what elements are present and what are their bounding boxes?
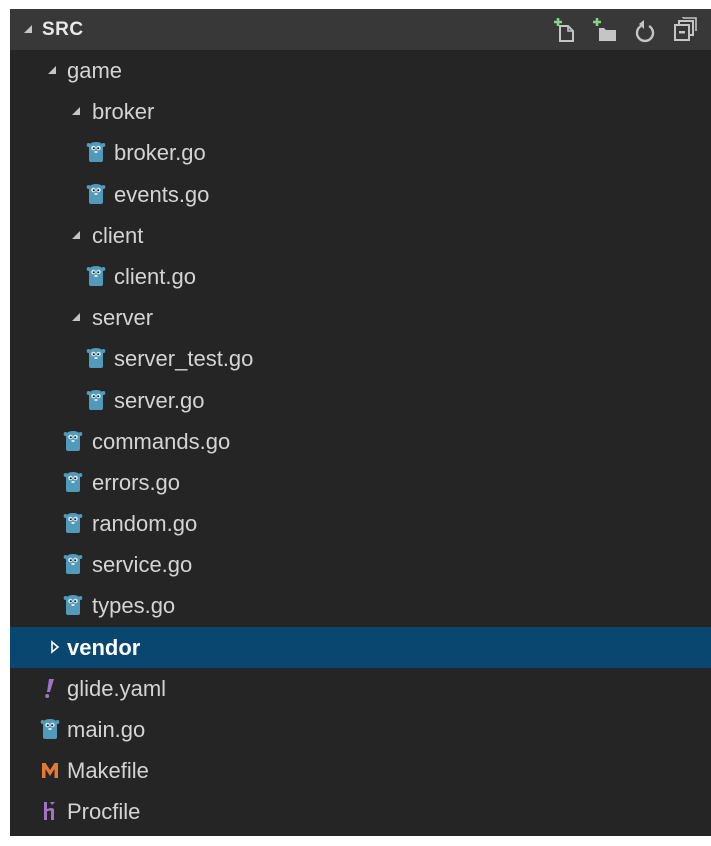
tree-item-label: commands.go (92, 428, 231, 454)
tree-file-commands-go[interactable]: commands.go (10, 421, 711, 462)
tree-item-label: server (92, 305, 154, 331)
tree-item-label: broker (92, 99, 155, 125)
go-file-icon (86, 183, 106, 204)
file-explorer: SRC game broker broker.go events.go clie… (10, 9, 711, 836)
tree-folder-client[interactable]: client (10, 215, 711, 256)
chevron-down-icon[interactable] (70, 310, 84, 324)
tree-file-server-go[interactable]: server.go (10, 380, 711, 421)
tree-file-events-go[interactable]: events.go (10, 174, 711, 215)
tree-file-glide-yaml[interactable]: glide.yaml (10, 668, 711, 709)
go-file-icon (86, 265, 106, 286)
section-title: SRC (42, 19, 84, 40)
tree-file-service-go[interactable]: service.go (10, 544, 711, 585)
explorer-section-header[interactable]: SRC (10, 9, 711, 50)
chevron-right-icon[interactable] (48, 639, 62, 654)
go-file-icon (63, 595, 83, 616)
go-file-icon (63, 554, 83, 575)
tree-item-label: client.go (114, 263, 196, 289)
chevron-down-icon[interactable] (70, 104, 84, 118)
tree-item-label: broker.go (114, 140, 206, 166)
procfile-icon (44, 802, 55, 821)
tree-item-label: Procfile (67, 799, 141, 825)
file-tree: game broker broker.go events.go client c… (10, 50, 711, 833)
chevron-down-icon[interactable] (22, 22, 36, 36)
go-file-icon (40, 719, 60, 739)
go-file-icon (86, 348, 106, 369)
tree-file-client-go[interactable]: client.go (10, 256, 711, 297)
new-file-icon (554, 17, 574, 42)
tree-item-label: server.go (114, 387, 205, 413)
go-file-icon (86, 142, 106, 163)
chevron-down-icon[interactable] (46, 63, 60, 77)
tree-item-label: server_test.go (114, 346, 254, 372)
go-file-icon (63, 471, 83, 492)
tree-folder-broker[interactable]: broker (10, 91, 711, 132)
yaml-file-icon (45, 678, 54, 698)
tree-file-main-go[interactable]: main.go (10, 709, 711, 750)
tree-file-procfile[interactable]: Procfile (10, 791, 711, 832)
tree-folder-game[interactable]: game (10, 50, 711, 91)
explorer-actions (545, 9, 705, 50)
refresh-icon (635, 19, 655, 42)
go-file-icon (63, 430, 83, 451)
new-folder-icon (593, 17, 616, 41)
collapse-all-icon (674, 16, 697, 41)
new-folder-button[interactable] (585, 9, 625, 50)
tree-file-types-go[interactable]: types.go (10, 585, 711, 626)
makefile-icon (42, 763, 58, 779)
tree-item-label: types.go (92, 593, 176, 619)
tree-item-label: service.go (92, 552, 193, 578)
tree-file-server-test-go[interactable]: server_test.go (10, 338, 711, 379)
tree-folder-vendor[interactable]: vendor (10, 626, 711, 668)
tree-folder-server[interactable]: server (10, 297, 711, 338)
tree-item-label: vendor (67, 634, 141, 660)
tree-file-broker-go[interactable]: broker.go (10, 132, 711, 173)
tree-item-label: main.go (67, 717, 146, 742)
tree-item-label: random.go (92, 511, 198, 537)
tree-item-label: events.go (114, 181, 210, 207)
go-file-icon (86, 389, 106, 410)
tree-item-label: glide.yaml (67, 675, 167, 701)
refresh-button[interactable] (625, 9, 665, 50)
tree-item-label: client (92, 222, 144, 248)
collapse-all-button[interactable] (665, 9, 705, 50)
tree-item-label: errors.go (92, 469, 181, 495)
tree-file-makefile[interactable]: Makefile (10, 750, 711, 791)
go-file-icon (63, 513, 83, 534)
chevron-down-icon[interactable] (70, 228, 84, 242)
new-file-button[interactable] (545, 9, 585, 50)
tree-file-errors-go[interactable]: errors.go (10, 462, 711, 503)
tree-item-label: game (67, 58, 123, 83)
tree-file-random-go[interactable]: random.go (10, 503, 711, 544)
tree-item-label: Makefile (67, 758, 149, 784)
